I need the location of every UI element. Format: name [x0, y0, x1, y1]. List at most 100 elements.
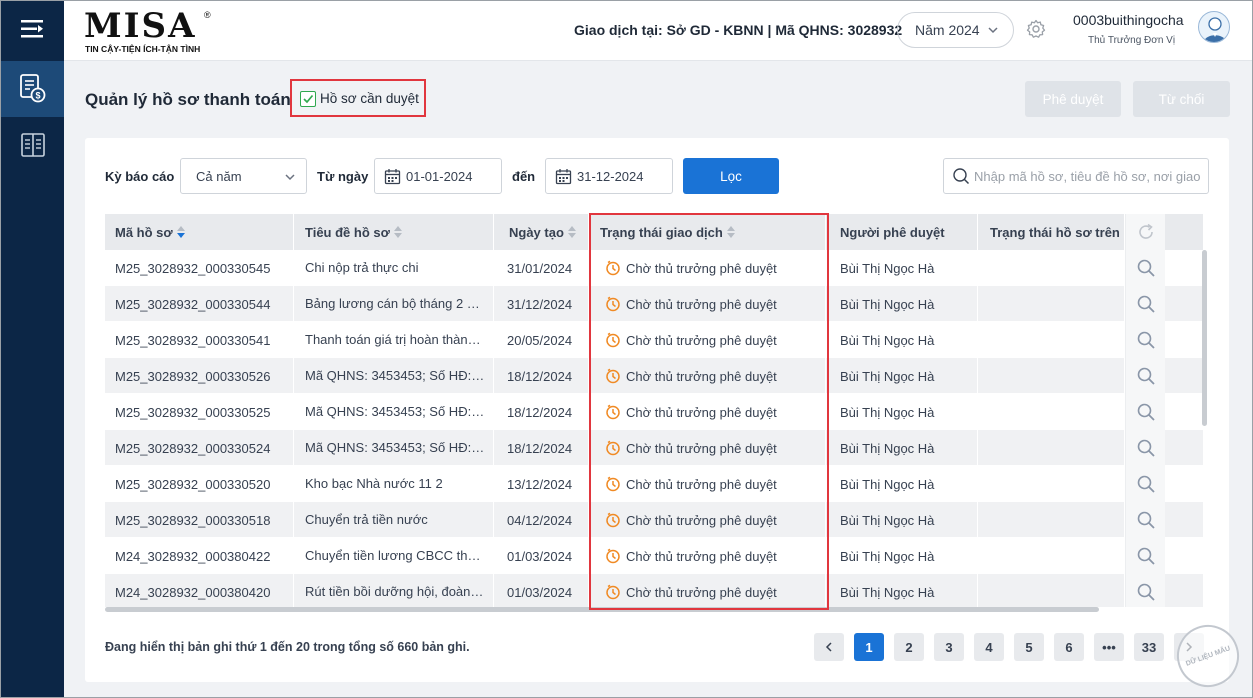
pending-clock-icon [606, 260, 620, 276]
cell-code: M25_3028932_000330525 [105, 394, 294, 430]
cell-code: M25_3028932_000330518 [105, 502, 294, 538]
cell-created-date: 01/03/2024 [495, 574, 589, 607]
cell-code: M25_3028932_000330545 [105, 250, 294, 286]
app-window: $ MISA ® TIN CẬY-TIỆN ÍCH-TẬN TÌNH Giao … [0, 0, 1253, 698]
view-detail-button[interactable] [1136, 258, 1156, 278]
approve-button[interactable]: Phê duyệt [1025, 81, 1121, 117]
status-text: Chờ thủ trưởng phê duyệt [626, 440, 777, 456]
search-input[interactable] [974, 168, 1204, 184]
column-header-approver[interactable]: Người phê duyệt [827, 214, 978, 250]
misa-logo: MISA ® TIN CẬY-TIỆN ÍCH-TẬN TÌNH [84, 6, 214, 56]
table-row[interactable]: M25_3028932_000330520 Kho bạc Nhà nước 11… [105, 466, 1203, 502]
view-detail-button[interactable] [1136, 366, 1156, 386]
sort-icon [726, 226, 735, 238]
need-approval-label[interactable]: Hồ sơ cần duyệt [320, 91, 419, 106]
sort-icon [567, 226, 576, 238]
sidebar-item-books[interactable] [1, 117, 64, 173]
filter-button[interactable]: Lọc [683, 158, 779, 194]
cell-created-date: 13/12/2024 [495, 466, 589, 502]
pagination-prev-button[interactable] [814, 633, 844, 661]
checkmark-icon [303, 94, 314, 104]
documents-table: Mã hồ sơ Tiêu đề hồ sơ Ngày tạo Trạng th… [105, 214, 1203, 607]
to-date-field[interactable]: 31-12-2024 [545, 158, 673, 194]
action-column [1125, 214, 1165, 607]
table-row[interactable]: M25_3028932_000330525 Mã QHNS: 3453453; S… [105, 394, 1203, 430]
cell-code: M25_3028932_000330541 [105, 322, 294, 358]
sidebar-item-payment-documents[interactable]: $ [1, 61, 64, 117]
cell-created-date: 18/12/2024 [495, 358, 589, 394]
pagination-ellipsis[interactable]: ••• [1094, 633, 1124, 661]
view-detail-button[interactable] [1136, 582, 1156, 602]
search-icon [1137, 331, 1155, 349]
column-header-created-date[interactable]: Ngày tạo [495, 214, 589, 250]
cell-title: Thanh toán giá trị hoàn thành hợp đồng [295, 322, 494, 358]
status-text: Chờ thủ trưởng phê duyệt [626, 548, 777, 564]
period-select[interactable]: Cả năm [180, 158, 307, 194]
vertical-scrollbar[interactable] [1202, 250, 1207, 426]
menu-toggle-button[interactable] [1, 1, 64, 57]
sort-icon [176, 226, 185, 238]
table-row[interactable]: M25_3028932_000330526 Mã QHNS: 3453453; S… [105, 358, 1203, 394]
cell-title: Mã QHNS: 3453453; Số HĐ: 123 [295, 358, 494, 394]
table-row[interactable]: M24_3028932_000380422 Chuyển tiền lương C… [105, 538, 1203, 574]
top-header: MISA ® TIN CẬY-TIỆN ÍCH-TẬN TÌNH Giao dị… [64, 1, 1252, 61]
cell-transaction-status: Chờ thủ trưởng phê duyệt [590, 250, 826, 286]
user-role: Thủ Trưởng Đơn Vị [1088, 35, 1176, 46]
column-header-transaction-status[interactable]: Trạng thái giao dịch [590, 214, 826, 250]
user-name[interactable]: 0003buithingocha [1073, 12, 1184, 28]
search-icon [1137, 511, 1155, 529]
column-header-code[interactable]: Mã hồ sơ [105, 214, 294, 250]
page-title: Quản lý hồ sơ thanh toán [85, 90, 291, 109]
cell-code: M25_3028932_000330520 [105, 466, 294, 502]
cell-approver: Bùi Thị Ngọc Hà [827, 322, 978, 358]
from-date-field[interactable]: 01-01-2024 [374, 158, 502, 194]
period-select-value: Cả năm [196, 168, 242, 184]
view-detail-button[interactable] [1136, 438, 1156, 458]
year-select[interactable]: Năm 2024 [897, 12, 1014, 48]
cell-approver: Bùi Thị Ngọc Hà [827, 502, 978, 538]
table-row[interactable]: M25_3028932_000330545 Chi nộp trả thực ch… [105, 250, 1203, 286]
view-detail-button[interactable] [1136, 402, 1156, 422]
cell-title: Rút tiền bồi dưỡng hội, đoàn thể [295, 574, 494, 607]
need-approval-checkbox[interactable] [300, 91, 316, 107]
table-row[interactable]: M25_3028932_000330541 Thanh toán giá trị … [105, 322, 1203, 358]
refresh-icon[interactable] [1136, 222, 1156, 242]
chevron-down-icon [988, 27, 998, 34]
from-date-value: 01-01-2024 [406, 168, 473, 184]
table-row[interactable]: M25_3028932_000330524 Mã QHNS: 3453453; S… [105, 430, 1203, 466]
pagination-page-button[interactable]: 1 [854, 633, 884, 661]
view-detail-button[interactable] [1136, 510, 1156, 530]
horizontal-scrollbar[interactable] [105, 607, 1099, 612]
table-row[interactable]: M25_3028932_000330544 Bảng lương cán bộ t… [105, 286, 1203, 322]
pagination-page-button[interactable]: 4 [974, 633, 1004, 661]
view-detail-button[interactable] [1136, 546, 1156, 566]
cell-title: Mã QHNS: 3453453; Số HĐ: 121 [295, 430, 494, 466]
gear-icon[interactable] [1026, 19, 1046, 39]
pending-clock-icon [606, 296, 620, 312]
to-date-label: đến [512, 169, 536, 184]
table-row[interactable]: M25_3028932_000330518 Chuyển trả tiền nướ… [105, 502, 1203, 538]
avatar[interactable] [1198, 11, 1230, 43]
table-row[interactable]: M24_3028932_000380420 Rút tiền bồi dưỡng … [105, 574, 1203, 607]
pagination-page-button[interactable]: 33 [1134, 633, 1164, 661]
reject-button[interactable]: Từ chối [1133, 81, 1230, 117]
column-header-treasury-status[interactable]: Trạng thái hồ sơ trên KBNN [979, 214, 1125, 250]
cell-created-date: 20/05/2024 [495, 322, 589, 358]
view-detail-button[interactable] [1136, 294, 1156, 314]
search-box[interactable] [943, 158, 1209, 194]
search-icon [1137, 439, 1155, 457]
column-header-title[interactable]: Tiêu đề hồ sơ [295, 214, 494, 250]
svg-text:$: $ [35, 91, 40, 101]
cell-transaction-status: Chờ thủ trưởng phê duyệt [590, 322, 826, 358]
cell-approver: Bùi Thị Ngọc Hà [827, 394, 978, 430]
view-detail-button[interactable] [1136, 474, 1156, 494]
pagination-page-button[interactable]: 3 [934, 633, 964, 661]
pagination-page-button[interactable]: 2 [894, 633, 924, 661]
user-avatar-icon [1204, 17, 1226, 42]
pagination-page-button[interactable]: 6 [1054, 633, 1084, 661]
pagination-page-button[interactable]: 5 [1014, 633, 1044, 661]
cell-code: M25_3028932_000330526 [105, 358, 294, 394]
cell-created-date: 18/12/2024 [495, 394, 589, 430]
calendar-icon [384, 168, 401, 184]
view-detail-button[interactable] [1136, 330, 1156, 350]
